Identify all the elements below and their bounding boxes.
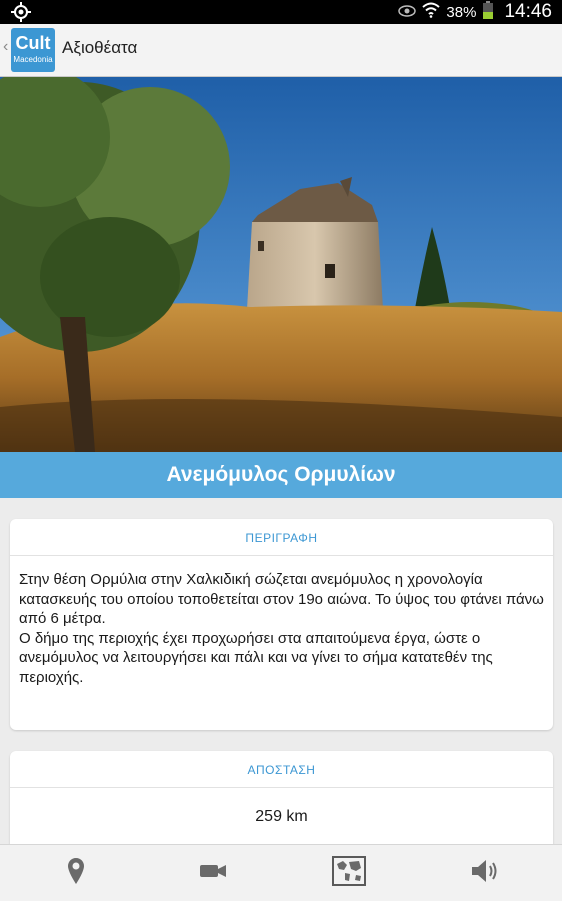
location-tab[interactable] bbox=[56, 855, 96, 891]
distance-header: ΑΠΟΣΤΑΣΗ bbox=[10, 751, 553, 788]
video-camera-icon bbox=[199, 862, 227, 885]
wifi-icon bbox=[422, 2, 441, 22]
location-pin-icon bbox=[67, 857, 85, 890]
description-header: ΠΕΡΙΓΡΑΦΗ bbox=[10, 519, 553, 556]
app-logo[interactable]: Cult Macedonia bbox=[11, 28, 55, 72]
speaker-icon bbox=[470, 857, 500, 890]
audio-tab[interactable] bbox=[465, 855, 505, 891]
description-text: Στην θέση Ορμύλια στην Χαλκιδική σώζεται… bbox=[19, 571, 544, 686]
status-bar: 38% 14:46 bbox=[0, 0, 562, 24]
clock: 14:46 bbox=[504, 1, 552, 22]
back-chevron-icon[interactable]: ‹ bbox=[3, 38, 8, 56]
sight-image bbox=[0, 77, 562, 452]
logo-text: Cult bbox=[15, 33, 51, 53]
gps-icon bbox=[10, 2, 32, 22]
description-card: ΠΕΡΙΓΡΑΦΗ Στην θέση Ορμύλια στην Χαλκιδι… bbox=[10, 519, 553, 730]
battery-percent: 38% bbox=[446, 3, 477, 21]
eye-icon bbox=[398, 4, 417, 21]
sight-title: Ανεμόμυλος Ορμυλίων bbox=[0, 452, 562, 498]
screen-title: Αξιοθέατα bbox=[62, 38, 138, 57]
action-bar: ‹ Cult Macedonia Αξιοθέατα bbox=[0, 24, 562, 77]
distance-value: 259 km bbox=[255, 808, 308, 825]
video-tab[interactable] bbox=[193, 855, 233, 891]
map-tab[interactable] bbox=[329, 855, 369, 891]
logo-subtext: Macedonia bbox=[13, 55, 53, 64]
battery-icon bbox=[482, 1, 494, 23]
map-icon bbox=[332, 855, 366, 891]
bottom-nav bbox=[0, 844, 562, 901]
